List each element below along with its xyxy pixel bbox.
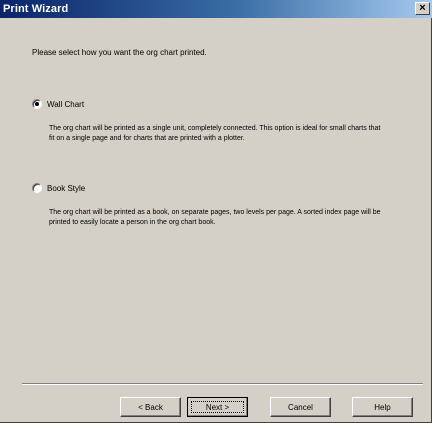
next-button[interactable]: Next > [187, 397, 248, 417]
wall-chart-label: Wall Chart [47, 99, 85, 109]
instruction-text: Please select how you want the org chart… [32, 48, 207, 57]
wall-chart-option[interactable]: Wall Chart [32, 99, 84, 109]
button-separator [22, 383, 423, 385]
print-wizard-dialog: Print Wizard × Please select how you wan… [0, 0, 432, 423]
title-bar[interactable]: Print Wizard × [0, 0, 432, 18]
wall-chart-description: The org chart will be printed as a singl… [49, 125, 381, 142]
book-style-description: The org chart will be printed as a book,… [49, 209, 381, 226]
cancel-button[interactable]: Cancel [270, 397, 331, 417]
back-button[interactable]: < Back [120, 397, 181, 417]
close-button[interactable]: × [415, 2, 430, 15]
book-style-label: Book Style [47, 183, 86, 193]
next-button-label: Next > [205, 402, 230, 412]
close-icon: × [419, 2, 426, 14]
wall-chart-radio[interactable] [32, 99, 42, 109]
book-style-radio[interactable] [32, 183, 42, 193]
help-button[interactable]: Help [352, 397, 413, 417]
window-title: Print Wizard [3, 3, 69, 15]
book-style-option[interactable]: Book Style [32, 183, 85, 193]
